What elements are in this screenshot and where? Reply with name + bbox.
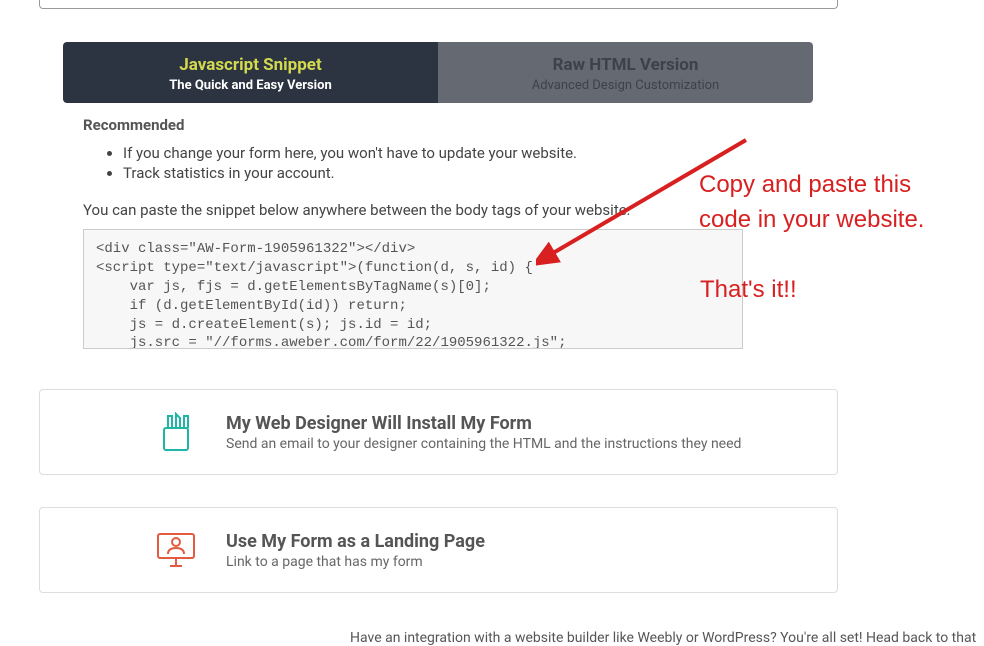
code-snippet-textarea[interactable] — [83, 229, 743, 349]
designer-tools-icon — [154, 410, 198, 454]
list-item: If you change your form here, you won't … — [123, 144, 743, 164]
option-landing-page[interactable]: Use My Form as a Landing Page Link to a … — [39, 507, 838, 593]
tab-subtitle: The Quick and Easy Version — [73, 78, 428, 93]
tab-bar: Javascript Snippet The Quick and Easy Ve… — [63, 42, 813, 103]
card-title: My Web Designer Will Install My Form — [226, 413, 813, 434]
content-area: Recommended If you change your form here… — [83, 116, 743, 353]
integration-note: Have an integration with a website build… — [350, 630, 976, 646]
card-subtitle: Send an email to your designer containin… — [226, 436, 813, 452]
option-web-designer[interactable]: My Web Designer Will Install My Form Sen… — [39, 389, 838, 475]
benefits-list: If you change your form here, you won't … — [123, 144, 743, 183]
list-item: Track statistics in your account. — [123, 164, 743, 184]
card-text: Use My Form as a Landing Page Link to a … — [226, 531, 813, 570]
card-title: Use My Form as a Landing Page — [226, 531, 813, 552]
annotation-thats-it: That's it!! — [700, 273, 797, 308]
paste-instruction: You can paste the snippet below anywhere… — [83, 201, 743, 219]
tab-subtitle: Advanced Design Customization — [448, 78, 803, 93]
recommended-heading: Recommended — [83, 116, 743, 134]
tab-javascript-snippet[interactable]: Javascript Snippet The Quick and Easy Ve… — [63, 42, 438, 103]
annotation-copy-paste: Copy and paste this code in your website… — [699, 168, 924, 238]
tab-raw-html[interactable]: Raw HTML Version Advanced Design Customi… — [438, 42, 813, 103]
card-subtitle: Link to a page that has my form — [226, 554, 813, 570]
tab-title: Raw HTML Version — [448, 54, 803, 76]
tab-title: Javascript Snippet — [73, 54, 428, 76]
monitor-user-icon — [154, 528, 198, 572]
card-text: My Web Designer Will Install My Form Sen… — [226, 413, 813, 452]
top-panel-border — [39, 0, 838, 9]
